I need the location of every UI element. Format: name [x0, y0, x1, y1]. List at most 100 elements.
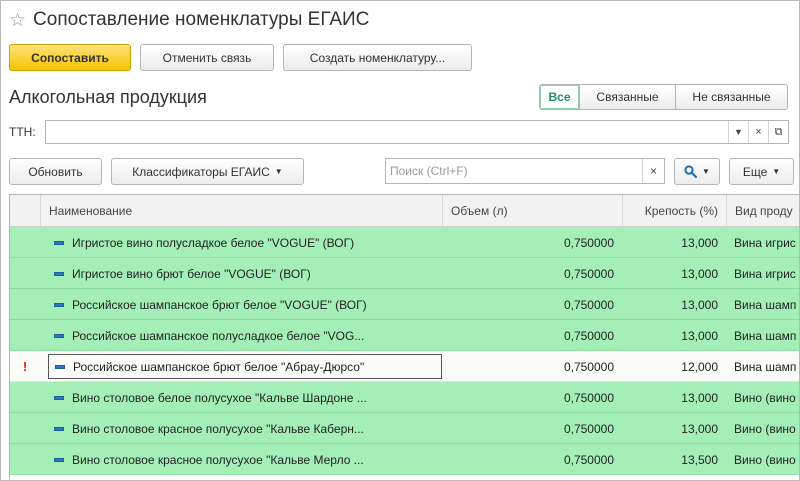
item-icon [54, 302, 64, 307]
type-cell: Вино (вино [734, 390, 796, 405]
clear-icon[interactable]: × [748, 121, 768, 143]
table-row[interactable]: Российское шампанское полусладкое белое … [10, 320, 799, 351]
strength-cell: 12,000 [681, 359, 718, 374]
table-row[interactable]: Вино столовое красное полусухое "Кальве … [10, 413, 799, 444]
chevron-down-icon: ▼ [274, 167, 283, 176]
warning-mark [10, 444, 40, 475]
search-field: × [385, 158, 665, 184]
match-button[interactable]: Сопоставить [9, 44, 131, 71]
strength-cell: 13,000 [681, 266, 718, 281]
classifiers-label: Классификаторы ЕГАИС [132, 164, 270, 179]
item-icon [54, 240, 64, 245]
more-button[interactable]: Еще ▼ [729, 158, 794, 185]
type-cell: Вина игрис [734, 235, 796, 250]
strength-cell: 13,000 [681, 328, 718, 343]
item-icon [54, 271, 64, 276]
chevron-down-icon: ▼ [702, 167, 710, 176]
warning-mark [10, 289, 40, 320]
product-name: Игристое вино полусладкое белое "VOGUE" … [72, 235, 355, 250]
warning-mark [10, 382, 40, 413]
classifiers-button[interactable]: Классификаторы ЕГАИС ▼ [111, 158, 304, 185]
item-icon [54, 457, 64, 462]
strength-cell: 13,500 [681, 452, 718, 467]
type-cell: Вина шамп [734, 359, 797, 374]
table-row[interactable]: Вино столовое белое полусухое "Кальве Ша… [10, 382, 799, 413]
warning-mark [10, 227, 40, 258]
item-icon [55, 364, 65, 369]
ttn-field: ▼ × ⧉ [45, 120, 789, 144]
product-name: Вино столовое красное полусухое "Кальве … [72, 421, 364, 436]
create-nomenclature-button[interactable]: Создать номенклатуру... [283, 44, 472, 71]
name-cell[interactable]: Игристое вино полусладкое белое "VOGUE" … [48, 227, 442, 258]
name-cell[interactable]: Российское шампанское брют белое "VOGUE"… [48, 289, 442, 320]
open-icon[interactable]: ⧉ [768, 121, 788, 143]
warning-mark [10, 413, 40, 444]
name-cell[interactable]: Вино столовое красное полусухое "Кальве … [48, 413, 442, 444]
header-strength[interactable]: Крепость (%) [622, 195, 726, 227]
filter-all[interactable]: Все [540, 85, 580, 109]
app-window: ☆ Сопоставление номенклатуры ЕГАИС Сопос… [0, 0, 800, 481]
name-cell[interactable]: Вино столовое красное полусухое "Кальве … [48, 444, 442, 475]
table-row[interactable]: Игристое вино полусладкое белое "VOGUE" … [10, 227, 799, 258]
table-row[interactable]: Российское шампанское брют белое "VOGUE"… [10, 289, 799, 320]
volume-cell: 0,750000 [563, 452, 614, 467]
magnifier-icon [684, 165, 698, 178]
unlink-button[interactable]: Отменить связь [140, 44, 274, 71]
strength-cell: 13,000 [681, 421, 718, 436]
refresh-button[interactable]: Обновить [9, 158, 102, 185]
products-table: Наименование Объем (л) Крепость (%) Вид … [9, 194, 799, 481]
product-name: Вино столовое белое полусухое "Кальве Ша… [72, 390, 367, 405]
table-header: Наименование Объем (л) Крепость (%) Вид … [10, 195, 799, 227]
volume-cell: 0,750000 [563, 359, 614, 374]
volume-cell: 0,750000 [563, 235, 614, 250]
type-cell: Вино (вино [734, 452, 796, 467]
more-label: Еще [742, 164, 768, 179]
product-name: Российское шампанское полусладкое белое … [72, 328, 365, 343]
search-input[interactable] [386, 159, 642, 183]
volume-cell: 0,750000 [563, 390, 614, 405]
name-cell[interactable]: Российское шампанское брют белое "Абрау-… [48, 354, 442, 379]
section-title: Алкогольная продукция [9, 87, 207, 107]
product-name: Вино столовое красное полусухое "Кальве … [72, 452, 364, 467]
product-name: Российское шампанское брют белое "Абрау-… [73, 359, 365, 374]
strength-cell: 13,000 [681, 390, 718, 405]
table-row[interactable]: ! Российское шампанское брют белое "Абрау… [10, 351, 799, 382]
ttn-input[interactable] [46, 121, 728, 143]
warning-mark [10, 320, 40, 351]
name-cell[interactable]: Игристое вино брют белое "VOGUE" (ВОГ) [48, 258, 442, 289]
window-title: Сопоставление номенклатуры ЕГАИС [33, 9, 370, 30]
volume-cell: 0,750000 [563, 266, 614, 281]
item-icon [54, 333, 64, 338]
strength-cell: 13,000 [681, 235, 718, 250]
header-type[interactable]: Вид проду [726, 195, 799, 227]
type-cell: Вина шамп [734, 328, 797, 343]
header-volume[interactable]: Объем (л) [442, 195, 622, 227]
chevron-down-icon: ▼ [772, 167, 781, 176]
dropdown-arrow-icon[interactable]: ▼ [728, 121, 748, 143]
volume-cell: 0,750000 [563, 328, 614, 343]
filter-unlinked[interactable]: Не связанные [676, 85, 787, 109]
item-icon [54, 426, 64, 431]
type-cell: Вина шамп [734, 297, 797, 312]
strength-cell: 13,000 [681, 297, 718, 312]
link-filter: Все Связанные Не связанные [539, 84, 788, 110]
volume-cell: 0,750000 [563, 297, 614, 312]
volume-cell: 0,750000 [563, 421, 614, 436]
item-icon [54, 395, 64, 400]
type-cell: Вино (вино [734, 421, 796, 436]
name-cell[interactable]: Российское шампанское полусладкое белое … [48, 320, 442, 351]
name-cell[interactable]: Вино столовое белое полусухое "Кальве Ша… [48, 382, 442, 413]
header-mark [10, 195, 40, 227]
star-outline-icon[interactable]: ☆ [9, 11, 26, 30]
table-row[interactable]: Игристое вино брют белое "VOGUE" (ВОГ) 0,… [10, 258, 799, 289]
table-row[interactable]: Вино столовое красное полусухое "Кальве … [10, 444, 799, 475]
search-options-button[interactable]: ▼ [674, 158, 720, 185]
header-name[interactable]: Наименование [40, 195, 442, 227]
clear-search-icon[interactable]: × [642, 159, 664, 183]
type-cell: Вина игрис [734, 266, 796, 281]
ttn-label: ТТН: [9, 125, 36, 139]
filter-linked[interactable]: Связанные [580, 85, 676, 109]
warning-mark: ! [22, 359, 28, 374]
title-bar: ☆ Сопоставление номенклатуры ЕГАИС [9, 7, 369, 33]
product-name: Игристое вино брют белое "VOGUE" (ВОГ) [72, 266, 311, 281]
